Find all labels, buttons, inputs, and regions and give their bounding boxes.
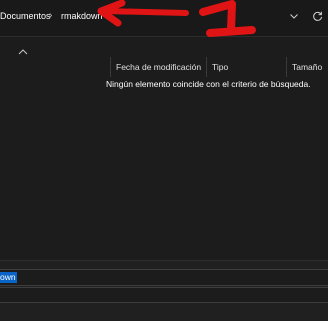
column-header-label: Fecha de modificación [116, 62, 202, 72]
chevron-up-icon[interactable] [18, 48, 28, 56]
breadcrumb-rmakdown[interactable]: rmakdown [61, 11, 103, 21]
filename-selected-text: own [0, 272, 17, 283]
column-header-label: Tamaño [292, 62, 323, 72]
breadcrumb-separator: › [49, 10, 53, 21]
column-header-tipo[interactable]: Tipo [206, 57, 286, 77]
column-header-label: Tipo [212, 62, 229, 72]
filename-input[interactable]: own [0, 269, 328, 286]
address-bar[interactable]: Documentos › rmakdown [0, 0, 328, 37]
save-panel: own [0, 260, 328, 321]
file-list-pane[interactable]: Fecha de modificación Tipo Tamaño Ningún… [0, 37, 328, 260]
refresh-icon[interactable] [310, 9, 324, 23]
breadcrumb-documentos[interactable]: Documentos [0, 11, 51, 21]
chevron-down-icon[interactable] [288, 9, 300, 23]
empty-results-message: Ningún elemento coincide con el criterio… [106, 79, 311, 89]
navigation-pane[interactable] [0, 37, 40, 137]
column-header-tamano[interactable]: Tamaño [286, 57, 328, 77]
column-header-fecha[interactable]: Fecha de modificación [110, 57, 206, 77]
filetype-select[interactable] [0, 287, 328, 303]
